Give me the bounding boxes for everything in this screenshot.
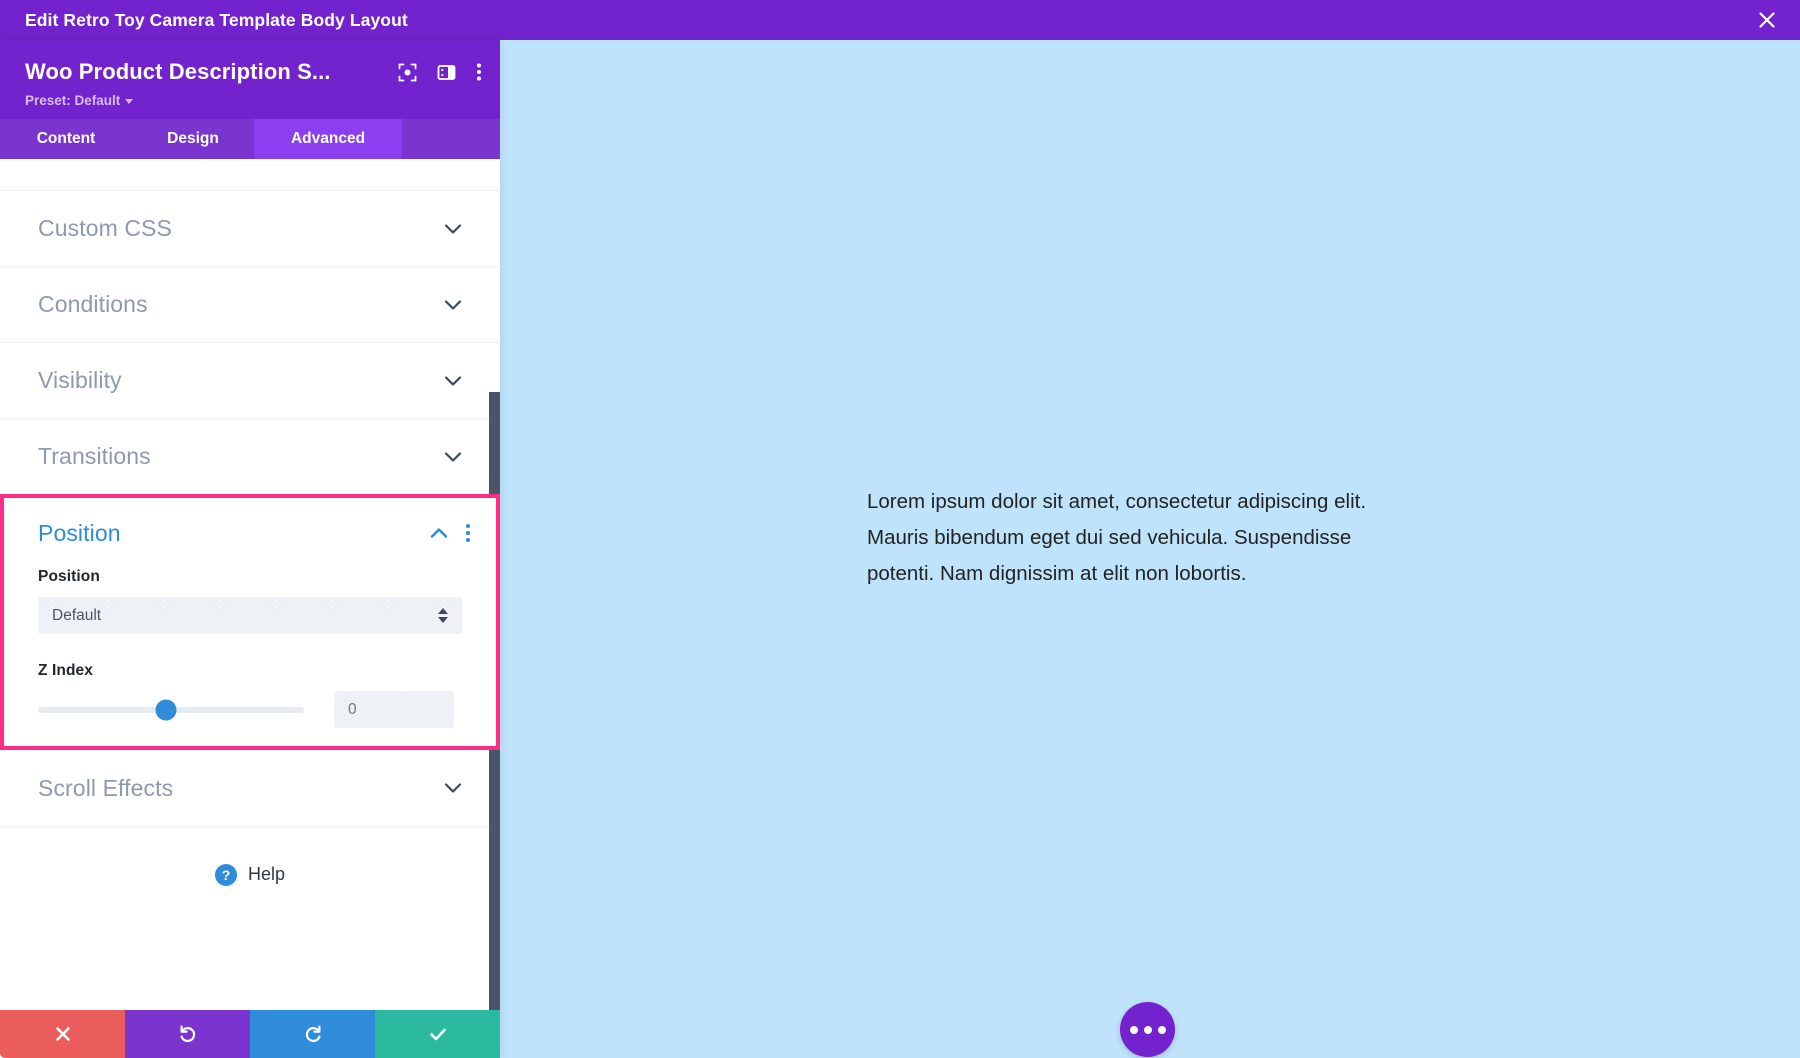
select-stepper-arrows-icon [438, 608, 448, 623]
arrow-down-icon [438, 617, 448, 623]
preset-selector[interactable]: Preset: Default [0, 90, 500, 108]
check-icon [429, 1028, 446, 1041]
tab-advanced[interactable]: Advanced [254, 119, 402, 159]
position-select[interactable]: Default [38, 597, 462, 634]
section-label: Transitions [38, 443, 151, 469]
chevron-down-icon [444, 779, 462, 797]
section-position-header[interactable]: Position [4, 498, 496, 568]
redo-icon [305, 1025, 320, 1043]
chevron-down-icon [125, 99, 134, 104]
module-settings-panel: Woo Product Description S... Preset: Def… [0, 40, 500, 1058]
section-label: Visibility [38, 367, 122, 393]
preset-label: Preset: Default [25, 93, 121, 108]
kebab-dot [466, 531, 470, 535]
chevron-down-icon [444, 220, 462, 238]
section-label: Conditions [38, 291, 148, 317]
chevron-up-icon[interactable] [430, 524, 448, 542]
tabs-filler [402, 119, 500, 159]
settings-scroll-area: Custom CSS Conditions Visibility Transit… [0, 159, 500, 1010]
z-index-control-row [4, 691, 496, 728]
position-select-value: Default [52, 606, 102, 624]
section-scroll-effects[interactable]: Scroll Effects [0, 750, 500, 826]
close-icon [55, 1027, 70, 1041]
z-index-slider[interactable] [38, 699, 304, 721]
section-label: Scroll Effects [38, 774, 174, 801]
undo-button[interactable] [125, 1010, 250, 1058]
section-custom-css[interactable]: Custom CSS [0, 190, 500, 266]
panel-header: Woo Product Description S... Preset: Def… [0, 40, 500, 119]
chevron-down-icon [444, 372, 462, 390]
help-label: Help [247, 864, 286, 884]
preview-canvas: Lorem ipsum dolor sit amet, consectetur … [500, 40, 1800, 1058]
arrow-up-icon [438, 608, 448, 614]
section-label: Position [38, 519, 121, 546]
z-index-field-label: Z Index [38, 662, 93, 679]
z-index-field-group: Z Index [4, 662, 496, 680]
z-index-input[interactable] [334, 691, 454, 728]
product-description-text: Lorem ipsum dolor sit amet, consectetur … [867, 490, 1367, 585]
cancel-button[interactable] [0, 1010, 125, 1058]
kebab-dot [466, 538, 470, 542]
section-position-highlighted: Position Position Default Z Index 0 [0, 494, 500, 750]
ellipsis-dot [1143, 1025, 1152, 1034]
panel-top-spacer [0, 159, 500, 190]
section-options-kebab-icon[interactable] [466, 524, 470, 542]
save-button[interactable] [375, 1010, 500, 1058]
position-field-label: Position [38, 568, 100, 585]
focus-module-icon[interactable] [398, 63, 417, 82]
window-title: Edit Retro Toy Camera Template Body Layo… [25, 9, 408, 30]
app-root: Edit Retro Toy Camera Template Body Layo… [0, 0, 1800, 1058]
section-visibility[interactable]: Visibility [0, 342, 500, 418]
panel-action-bar [0, 1010, 500, 1058]
redo-button[interactable] [250, 1010, 375, 1058]
slider-thumb[interactable] [155, 699, 177, 720]
tab-design[interactable]: Design [132, 119, 254, 159]
ellipsis-dot [1129, 1025, 1138, 1034]
layout-columns-icon[interactable] [437, 63, 456, 82]
more-options-fab[interactable] [1120, 1002, 1175, 1057]
section-label: Custom CSS [38, 215, 172, 241]
window-titlebar: Edit Retro Toy Camera Template Body Layo… [0, 0, 1800, 40]
position-field-group: Position Default [4, 568, 496, 634]
chevron-down-icon [444, 448, 462, 466]
kebab-dot [466, 524, 470, 528]
tab-content[interactable]: Content [0, 119, 132, 159]
close-icon[interactable] [1754, 7, 1780, 33]
help-button[interactable]: ? Help [0, 826, 500, 922]
question-mark-icon: ? [214, 863, 237, 886]
kebab-menu-icon[interactable] [476, 62, 482, 82]
ellipsis-dot [1157, 1025, 1166, 1034]
chevron-down-icon [444, 296, 462, 314]
section-transitions[interactable]: Transitions [0, 418, 500, 494]
settings-tabs: Content Design Advanced [0, 119, 500, 159]
undo-icon [180, 1025, 195, 1043]
section-conditions[interactable]: Conditions [0, 266, 500, 342]
module-title: Woo Product Description S... [25, 59, 331, 84]
